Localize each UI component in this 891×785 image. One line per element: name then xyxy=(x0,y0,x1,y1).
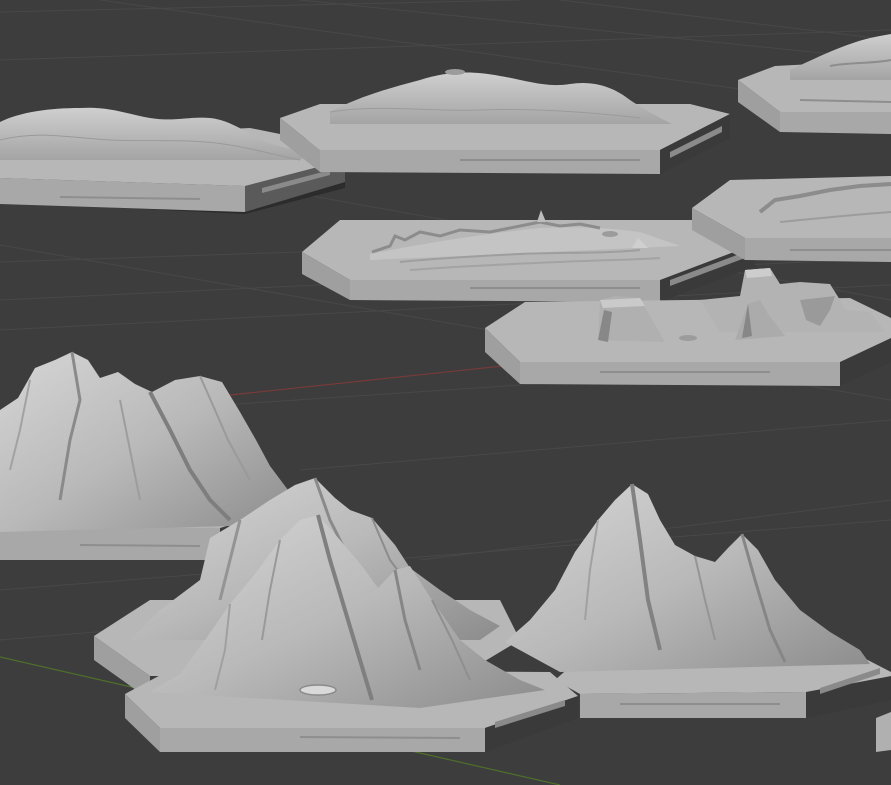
scene-canvas[interactable] xyxy=(0,0,891,785)
tile-rolling-hills-center[interactable] xyxy=(280,69,730,174)
x-axis-line xyxy=(229,361,541,396)
tile-mountains-right[interactable] xyxy=(505,483,891,718)
tile-rocky-ridges-center[interactable] xyxy=(302,210,755,302)
tile-partial-bottom-right[interactable] xyxy=(876,712,891,752)
3d-viewport[interactable] xyxy=(0,0,891,785)
tile-rolling-hills-top-right[interactable] xyxy=(738,34,891,134)
